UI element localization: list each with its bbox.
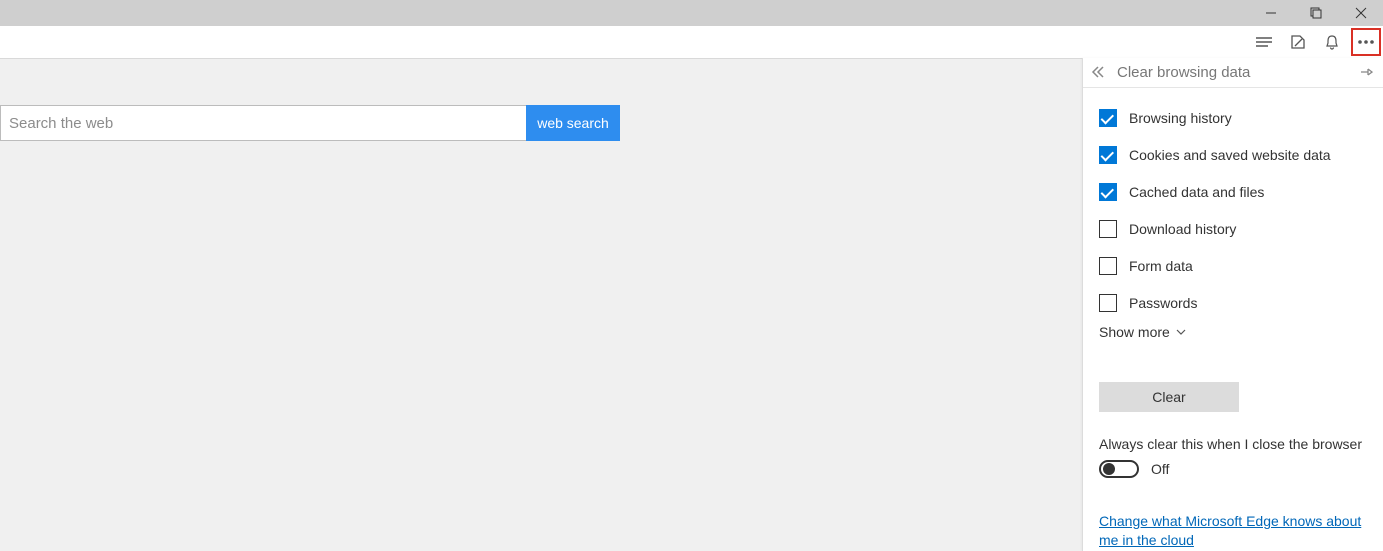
back-icon[interactable] <box>1091 66 1107 78</box>
checkbox-label: Cookies and saved website data <box>1129 147 1331 163</box>
close-button[interactable] <box>1338 0 1383 26</box>
always-clear-label: Always clear this when I close the brows… <box>1099 436 1367 452</box>
checkbox-row[interactable]: Cached data and files <box>1099 174 1367 211</box>
checkbox-label: Passwords <box>1129 295 1197 311</box>
checkbox[interactable] <box>1099 109 1117 127</box>
bell-icon[interactable] <box>1317 28 1347 56</box>
checkbox[interactable] <box>1099 257 1117 275</box>
checkbox-row[interactable]: Cookies and saved website data <box>1099 137 1367 174</box>
checkbox[interactable] <box>1099 294 1117 312</box>
window-titlebar <box>0 0 1383 26</box>
cloud-privacy-link[interactable]: Change what Microsoft Edge knows about m… <box>1099 512 1367 551</box>
checkbox-label: Form data <box>1129 258 1193 274</box>
pin-icon[interactable] <box>1359 66 1375 78</box>
notes-icon[interactable] <box>1283 28 1313 56</box>
reading-list-icon[interactable] <box>1249 28 1279 56</box>
checkbox[interactable] <box>1099 183 1117 201</box>
browser-toolbar <box>0 26 1383 59</box>
always-clear-toggle-row: Off <box>1099 460 1367 478</box>
search-button[interactable]: web search <box>526 105 620 141</box>
always-clear-toggle[interactable] <box>1099 460 1139 478</box>
show-more[interactable]: Show more <box>1099 324 1367 340</box>
checkbox[interactable] <box>1099 220 1117 238</box>
more-icon[interactable] <box>1351 28 1381 56</box>
toggle-state-label: Off <box>1151 461 1169 477</box>
checkbox-row[interactable]: Download history <box>1099 211 1367 248</box>
chevron-down-icon <box>1176 329 1186 335</box>
maximize-button[interactable] <box>1293 0 1338 26</box>
search-box: web search <box>0 105 620 141</box>
minimize-button[interactable] <box>1248 0 1293 26</box>
checkbox-row[interactable]: Passwords <box>1099 285 1367 322</box>
clear-data-panel: Clear browsing data Browsing history Cook… <box>1082 58 1383 551</box>
show-more-label: Show more <box>1099 324 1170 340</box>
checkbox-row[interactable]: Browsing history <box>1099 100 1367 137</box>
checkbox[interactable] <box>1099 146 1117 164</box>
clear-button[interactable]: Clear <box>1099 382 1239 412</box>
panel-title: Clear browsing data <box>1117 64 1349 81</box>
panel-body: Browsing history Cookies and saved websit… <box>1083 88 1383 551</box>
checkbox-label: Cached data and files <box>1129 184 1264 200</box>
checkbox-row[interactable]: Form data <box>1099 248 1367 285</box>
checkbox-label: Browsing history <box>1129 110 1232 126</box>
checkbox-label: Download history <box>1129 221 1236 237</box>
panel-header: Clear browsing data <box>1083 58 1383 88</box>
search-input[interactable] <box>0 105 526 141</box>
